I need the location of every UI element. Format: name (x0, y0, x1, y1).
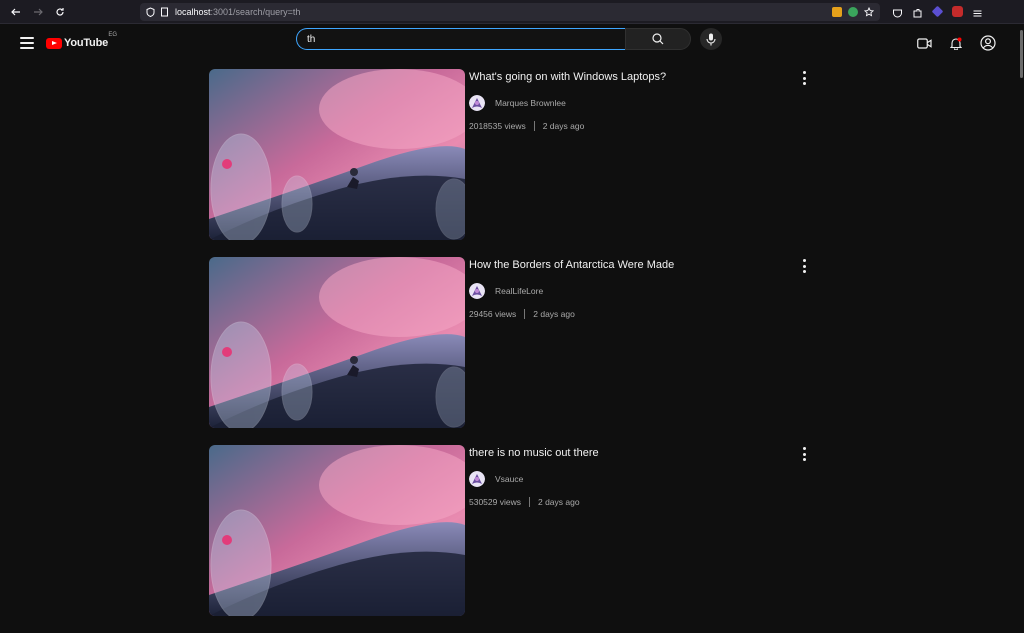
bell-icon (950, 37, 962, 50)
channel-name[interactable]: RealLifeLore (495, 286, 543, 296)
page-icon (161, 7, 168, 16)
search-input[interactable] (296, 28, 625, 50)
thumbnail-image (209, 445, 465, 616)
play-logo-icon (46, 37, 62, 49)
video-camera-icon (916, 37, 932, 49)
channel-info[interactable]: Vsauce (469, 471, 815, 487)
arrow-left-icon (11, 8, 20, 15)
meta-divider (533, 121, 535, 131)
video-result[interactable]: there is no music out there Vsauce 53052… (209, 445, 815, 616)
video-title[interactable]: What's going on with Windows Laptops? (469, 69, 815, 85)
menu-icon[interactable] (20, 37, 34, 49)
create-video-button[interactable] (916, 35, 932, 51)
more-options-icon[interactable] (801, 71, 807, 85)
search-button[interactable] (625, 28, 691, 50)
hamburger-menu-icon[interactable] (972, 6, 983, 17)
view-count: 2018535 views (469, 121, 526, 131)
search-icon (652, 33, 664, 45)
upload-age: 2 days ago (533, 309, 575, 319)
url-host: localhost (175, 6, 211, 17)
url-path: :3001/search/query=th (210, 6, 301, 17)
video-thumbnail[interactable] (209, 257, 465, 428)
video-title[interactable]: How the Borders of Antarctica Were Made (469, 257, 815, 273)
vpn-icon[interactable] (931, 5, 944, 18)
notifications-button[interactable] (948, 35, 964, 51)
channel-info[interactable]: RealLifeLore (469, 283, 815, 299)
channel-avatar[interactable] (469, 471, 485, 487)
search-results: What's going on with Windows Laptops? Ma… (209, 69, 815, 633)
ublock-icon[interactable] (952, 6, 963, 17)
more-options-icon[interactable] (801, 447, 807, 461)
app-header: YouTube EG (0, 27, 1024, 59)
video-result[interactable]: What's going on with Windows Laptops? Ma… (209, 69, 815, 240)
user-avatar-icon (980, 35, 996, 51)
channel-avatar[interactable] (469, 95, 485, 111)
thumbnail-image (209, 69, 465, 240)
search-bar (296, 28, 722, 50)
meta-divider (528, 497, 530, 507)
reload-button[interactable] (50, 2, 70, 22)
microphone-icon (706, 33, 716, 45)
address-bar[interactable]: localhost:3001/search/query=th (140, 2, 880, 21)
thumbnail-image (209, 257, 465, 428)
reload-icon (56, 7, 64, 16)
region-code: EG (108, 32, 118, 38)
logo-text: YouTube (64, 37, 109, 49)
extensions-icon[interactable] (912, 6, 923, 18)
back-button[interactable] (6, 2, 26, 22)
page-scrollbar[interactable] (1020, 30, 1023, 78)
video-thumbnail[interactable] (209, 69, 465, 240)
home-icon[interactable] (832, 6, 842, 17)
more-options-icon[interactable] (801, 259, 807, 273)
channel-info[interactable]: Marques Brownlee (469, 95, 815, 111)
youtube-logo[interactable]: YouTube EG (46, 32, 117, 49)
account-button[interactable] (980, 35, 996, 51)
video-meta: 29456 views 2 days ago (469, 309, 815, 319)
voice-search-button[interactable] (700, 28, 722, 50)
view-count: 530529 views (469, 497, 521, 507)
video-result[interactable]: How the Borders of Antarctica Were Made … (209, 257, 815, 428)
bookmark-star-icon[interactable] (863, 6, 875, 17)
extension-badge-icon[interactable] (848, 6, 858, 17)
shield-icon (146, 6, 155, 17)
video-title[interactable]: there is no music out there (469, 445, 815, 461)
browser-toolbar: localhost:3001/search/query=th (0, 0, 1024, 24)
channel-name[interactable]: Vsauce (495, 474, 523, 484)
forward-button[interactable] (28, 2, 48, 22)
view-count: 29456 views (469, 309, 517, 319)
pocket-icon[interactable] (892, 6, 903, 18)
channel-name[interactable]: Marques Brownlee (495, 98, 566, 108)
meta-divider (524, 309, 526, 319)
channel-avatar[interactable] (469, 283, 485, 299)
video-thumbnail[interactable] (209, 445, 465, 616)
video-meta: 530529 views 2 days ago (469, 497, 815, 507)
upload-age: 2 days ago (537, 497, 580, 507)
arrow-right-icon (34, 8, 43, 15)
video-meta: 2018535 views 2 days ago (469, 121, 815, 131)
upload-age: 2 days ago (542, 121, 585, 131)
